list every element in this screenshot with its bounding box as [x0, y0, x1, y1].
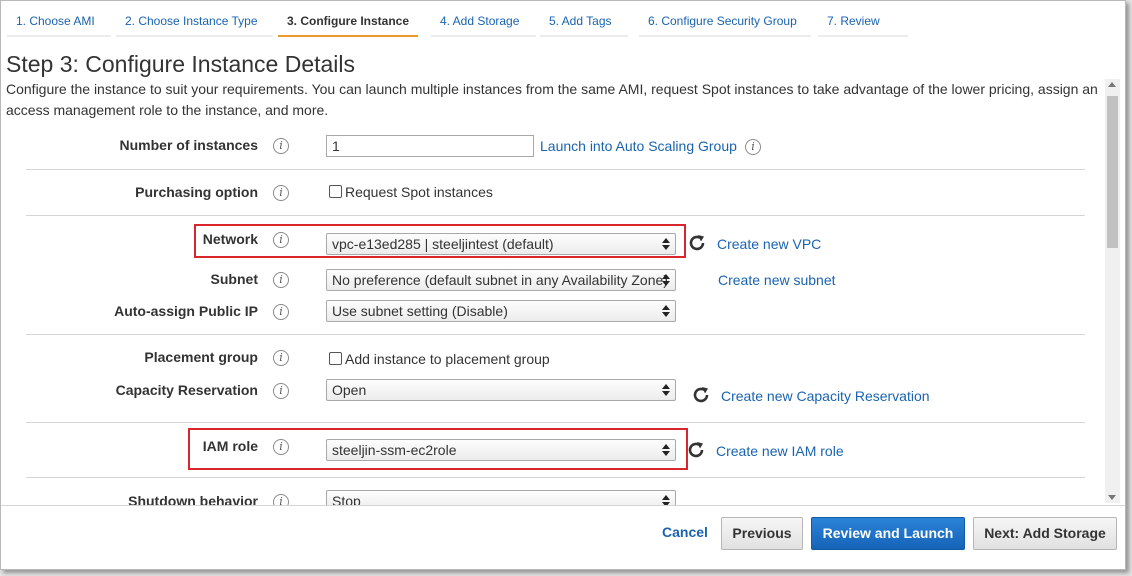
divider: [26, 477, 1085, 478]
subnet-select[interactable]: No preference (default subnet in any Ava…: [326, 269, 676, 291]
capacity-reservation-value: Open: [332, 382, 367, 398]
auto-assign-ip-value: Use subnet setting (Disable): [332, 303, 508, 319]
info-icon-glyph: i: [279, 139, 283, 152]
placement-group-label: Placement group: [144, 349, 258, 365]
ec2-launch-wizard: 1. Choose AMI 2. Choose Instance Type 3.…: [0, 0, 1126, 570]
info-icon-glyph: i: [279, 351, 283, 364]
shutdown-behavior-label: Shutdown behavior: [128, 493, 258, 505]
cancel-button[interactable]: Cancel: [655, 517, 715, 550]
capacity-reservation-label: Capacity Reservation: [115, 382, 258, 398]
shutdown-behavior-select[interactable]: Stop: [326, 490, 676, 505]
number-of-instances-input[interactable]: 1: [326, 135, 534, 157]
select-arrows-icon: [662, 305, 670, 318]
select-arrows-icon: [662, 495, 670, 505]
info-icon[interactable]: i: [273, 494, 289, 505]
request-spot-option[interactable]: Request Spot instances: [329, 184, 493, 200]
info-icon[interactable]: i: [273, 138, 289, 154]
info-icon[interactable]: i: [745, 139, 761, 155]
page-title: Step 3: Configure Instance Details: [6, 51, 356, 77]
info-icon[interactable]: i: [273, 383, 289, 399]
info-icon-glyph: i: [279, 186, 283, 199]
subnet-label: Subnet: [210, 271, 258, 287]
shutdown-behavior-value: Stop: [332, 493, 361, 505]
tab-configure-security-group[interactable]: 6. Configure Security Group: [639, 1, 811, 37]
tab-review[interactable]: 7. Review: [818, 1, 908, 37]
placement-group-checkbox[interactable]: [329, 352, 342, 365]
refresh-icon[interactable]: [687, 233, 707, 253]
iam-role-label: IAM role: [202, 438, 258, 454]
info-icon-glyph: i: [279, 273, 283, 286]
placement-group-checkbox-label: Add instance to placement group: [345, 351, 550, 367]
iam-role-value: steeljin-ssm-ec2role: [332, 442, 457, 458]
subnet-select-value: No preference (default subnet in any Ava…: [332, 272, 668, 288]
number-of-instances-label: Number of instances: [119, 137, 258, 153]
wizard-footer: Cancel Previous Review and Launch Next: …: [1, 505, 1125, 569]
launch-into-asg-link[interactable]: Launch into Auto Scaling Group: [540, 138, 737, 154]
tab-choose-ami[interactable]: 1. Choose AMI: [7, 1, 111, 37]
info-icon-glyph: i: [279, 233, 283, 246]
divider: [26, 169, 1085, 170]
auto-assign-ip-label: Auto-assign Public IP: [114, 303, 258, 319]
network-select[interactable]: vpc-e13ed285 | steeljintest (default): [326, 233, 676, 255]
create-new-vpc-link[interactable]: Create new VPC: [717, 236, 821, 252]
iam-role-select[interactable]: steeljin-ssm-ec2role: [326, 439, 676, 461]
review-and-launch-button[interactable]: Review and Launch: [811, 517, 965, 550]
info-icon-glyph: i: [279, 384, 283, 397]
tab-configure-instance[interactable]: 3. Configure Instance: [278, 1, 418, 37]
info-icon[interactable]: i: [273, 272, 289, 288]
request-spot-checkbox[interactable]: [329, 185, 342, 198]
purchasing-option-label: Purchasing option: [135, 184, 258, 200]
previous-button[interactable]: Previous: [721, 517, 803, 550]
vertical-scrollbar[interactable]: [1105, 79, 1120, 503]
tab-choose-instance-type[interactable]: 2. Choose Instance Type: [116, 1, 273, 37]
info-icon-glyph: i: [279, 305, 283, 318]
create-new-capacity-reservation-link[interactable]: Create new Capacity Reservation: [721, 388, 930, 404]
select-arrows-icon: [662, 238, 670, 251]
scrollbar-thumb[interactable]: [1107, 96, 1118, 248]
page-description: Configure the instance to suit your requ…: [6, 81, 1098, 118]
scroll-down-icon[interactable]: [1108, 495, 1116, 500]
select-arrows-icon: [662, 384, 670, 397]
info-icon[interactable]: i: [273, 232, 289, 248]
scroll-up-icon[interactable]: [1108, 82, 1116, 87]
info-icon-glyph: i: [279, 495, 283, 505]
tab-add-storage[interactable]: 4. Add Storage: [431, 1, 536, 37]
create-new-subnet-link[interactable]: Create new subnet: [718, 272, 836, 288]
info-icon-glyph: i: [279, 440, 283, 453]
refresh-icon[interactable]: [686, 440, 706, 460]
info-icon-glyph: i: [751, 140, 755, 153]
divider: [26, 334, 1085, 335]
configure-form: Number of instances i 1 Launch into Auto…: [1, 121, 1105, 505]
create-new-iam-role-link[interactable]: Create new IAM role: [716, 443, 844, 459]
divider: [26, 422, 1085, 423]
select-arrows-icon: [662, 274, 670, 287]
next-add-storage-button[interactable]: Next: Add Storage: [973, 517, 1117, 550]
refresh-icon[interactable]: [691, 385, 711, 405]
info-icon[interactable]: i: [273, 350, 289, 366]
info-icon[interactable]: i: [273, 439, 289, 455]
select-arrows-icon: [662, 444, 670, 457]
auto-assign-ip-select[interactable]: Use subnet setting (Disable): [326, 300, 676, 322]
divider: [26, 215, 1085, 216]
network-label: Network: [202, 231, 258, 247]
placement-group-option[interactable]: Add instance to placement group: [329, 351, 550, 367]
tab-add-tags[interactable]: 5. Add Tags: [540, 1, 628, 37]
capacity-reservation-select[interactable]: Open: [326, 379, 676, 401]
info-icon[interactable]: i: [273, 304, 289, 320]
network-select-value: vpc-e13ed285 | steeljintest (default): [332, 236, 554, 252]
request-spot-label: Request Spot instances: [345, 184, 493, 200]
info-icon[interactable]: i: [273, 185, 289, 201]
